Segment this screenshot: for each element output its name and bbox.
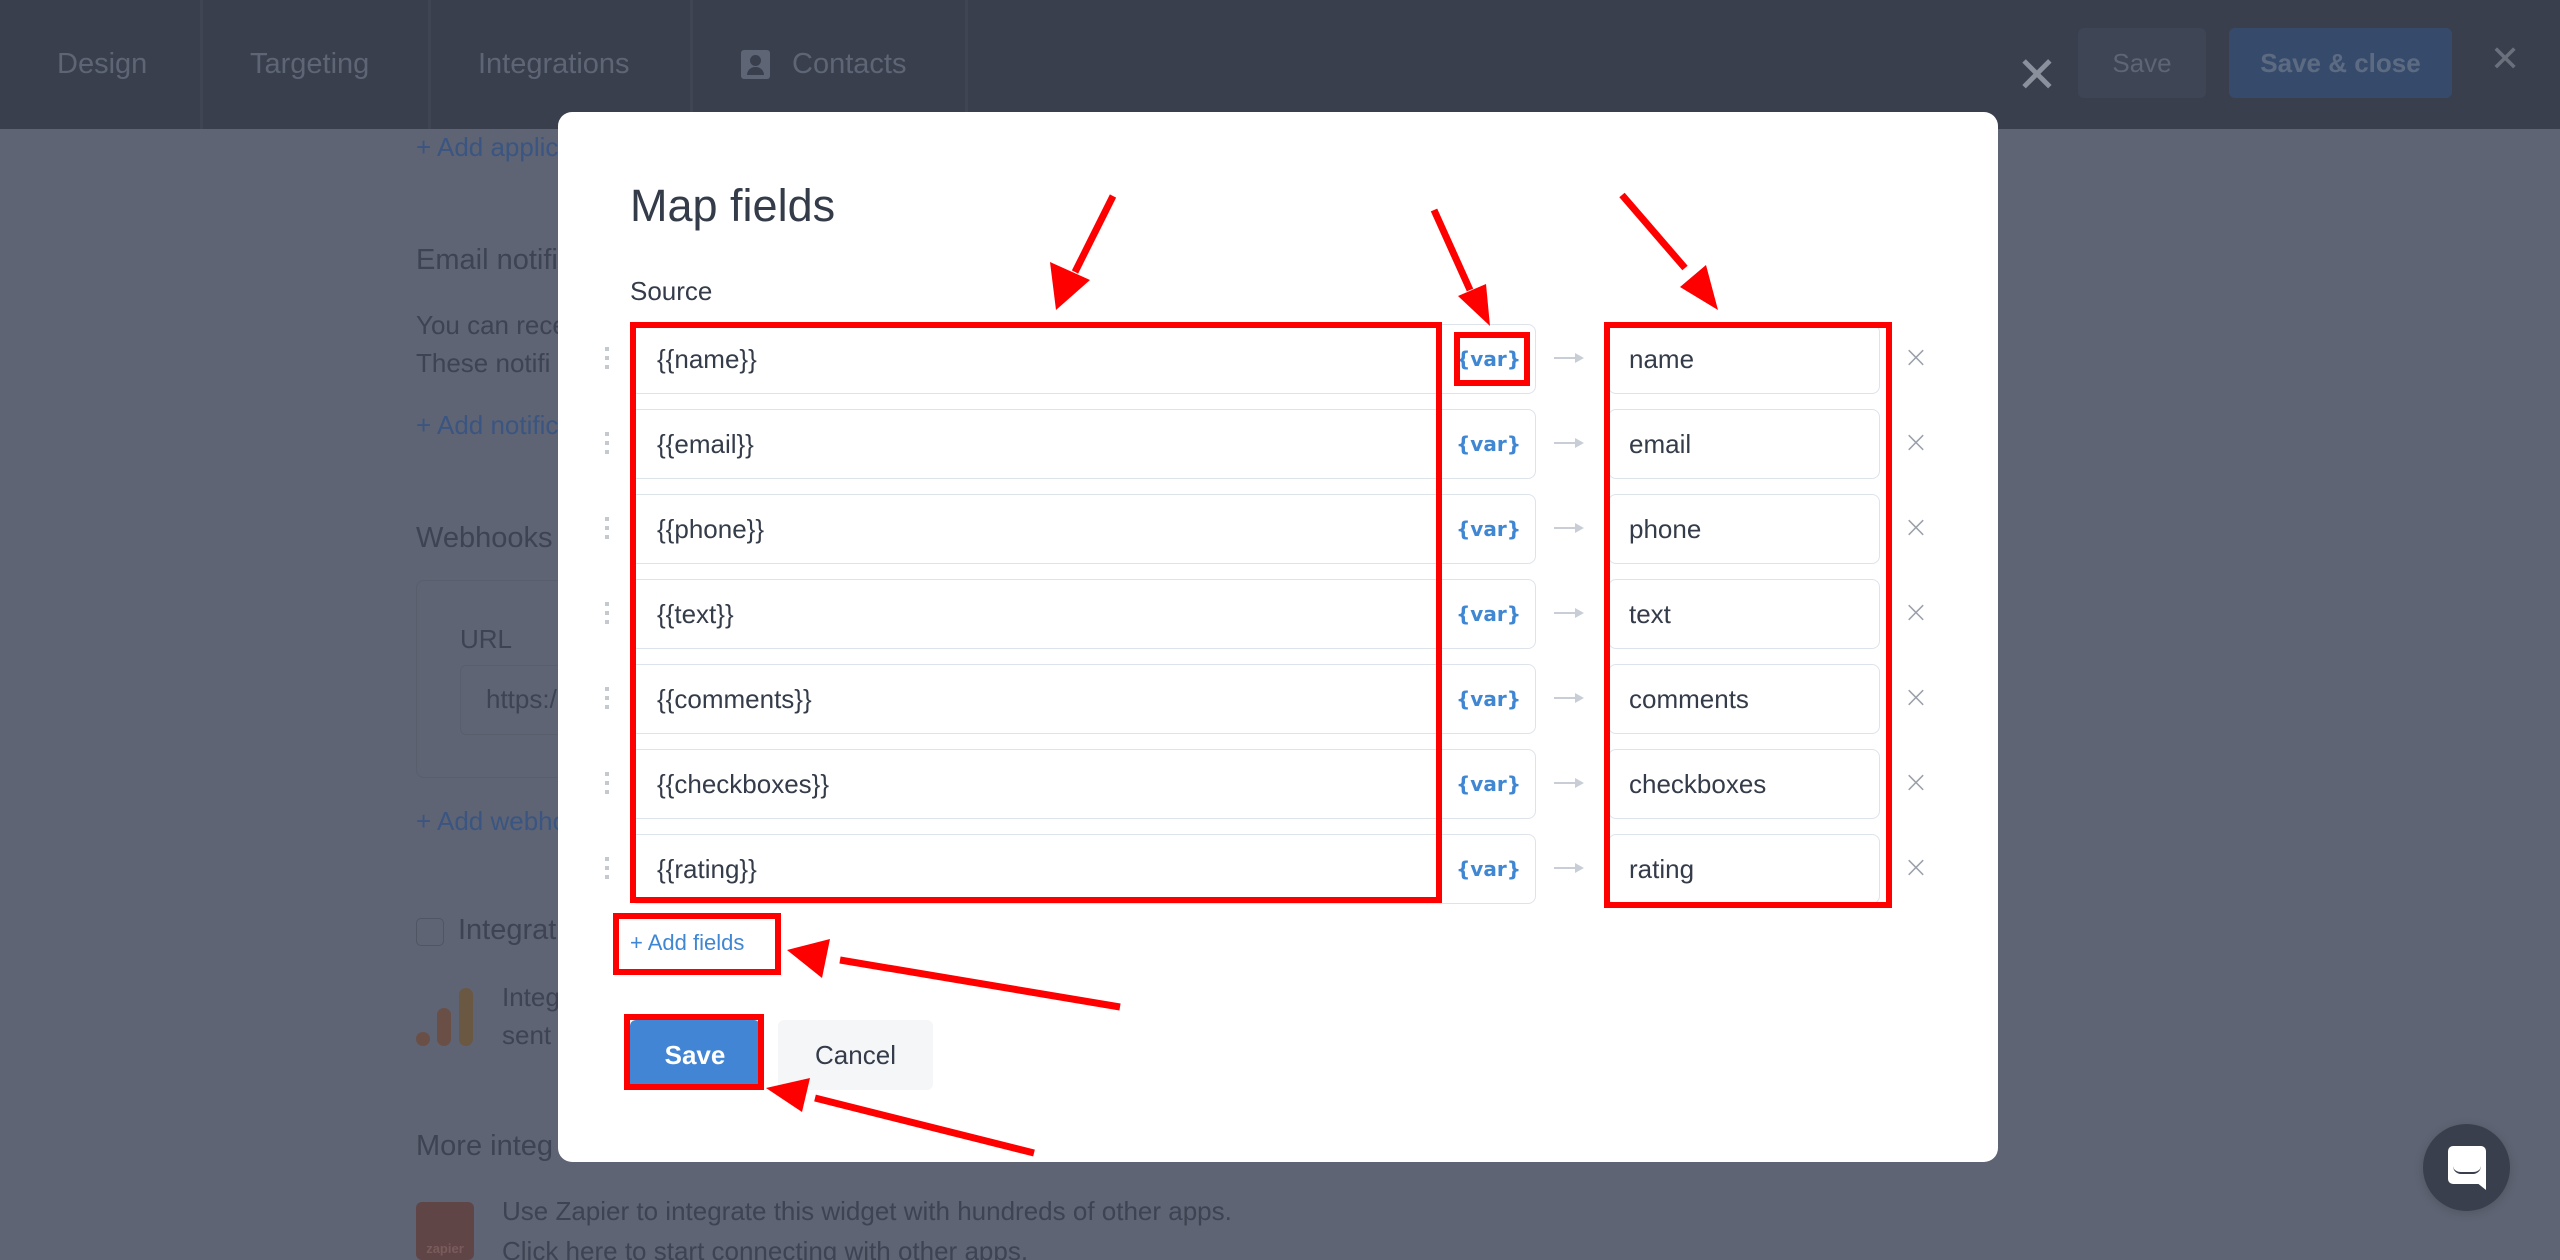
source-field-input[interactable]: {{checkboxes}} <box>630 749 1442 819</box>
target-field-input[interactable]: text <box>1608 579 1880 649</box>
top-save-button[interactable]: Save <box>2078 28 2206 98</box>
remove-row-icon[interactable]: × <box>1900 342 1932 374</box>
tab-label: Design <box>57 48 148 80</box>
target-field-input[interactable]: checkboxes <box>1608 749 1880 819</box>
integration-checkbox[interactable] <box>416 918 444 946</box>
drag-handle-icon[interactable] <box>605 772 609 794</box>
target-field-input[interactable]: email <box>1608 409 1880 479</box>
target-field-input[interactable]: name <box>1608 324 1880 394</box>
tab-divider <box>690 0 693 129</box>
url-label: URL <box>460 624 513 654</box>
tab-label: Integrations <box>478 48 630 80</box>
integration-description: Integ <box>502 982 560 1012</box>
source-field-input[interactable]: {{email}} <box>630 409 1442 479</box>
arrow-right-icon <box>1554 608 1584 618</box>
insert-variable-button[interactable]: {var} <box>1441 664 1536 734</box>
zapier-connect-link[interactable]: Click here to start connecting with othe… <box>502 1236 1028 1260</box>
arrow-right-icon <box>1554 693 1584 703</box>
more-integrations-heading: More integ <box>416 1130 554 1162</box>
webhooks-heading: Webhooks <box>416 522 553 554</box>
target-field-input[interactable]: rating <box>1608 834 1880 904</box>
drag-handle-icon[interactable] <box>605 857 609 879</box>
source-label: Source <box>630 276 713 306</box>
top-nav-bar: Design Targeting Integrations Contacts ✕… <box>0 0 2560 129</box>
add-webhook-link[interactable]: + Add webho <box>416 806 567 837</box>
insert-variable-button[interactable]: {var} <box>1441 834 1536 904</box>
remove-row-icon[interactable]: × <box>1900 852 1932 884</box>
tab-design[interactable]: Design <box>57 0 147 129</box>
add-fields-link[interactable]: + Add fields <box>630 930 744 956</box>
contact-icon <box>741 50 770 79</box>
drag-handle-icon[interactable] <box>605 687 609 709</box>
arrow-right-icon <box>1554 523 1584 533</box>
drag-handle-icon[interactable] <box>605 602 609 624</box>
save-and-close-button[interactable]: Save & close <box>2229 28 2452 98</box>
add-application-link[interactable]: + Add applic <box>416 132 558 163</box>
field-mapping-row: {{text}} {var} text × <box>558 579 1998 649</box>
field-mapping-row: {{rating}} {var} rating × <box>558 834 1998 904</box>
cancel-button[interactable]: Cancel <box>778 1020 933 1090</box>
tab-divider <box>428 0 431 129</box>
chat-launcher-button[interactable] <box>2423 1124 2510 1211</box>
map-fields-dialog: Map fields Source {{name}} {var} name × {{em… <box>558 112 1998 1162</box>
source-field-input[interactable]: {{rating}} <box>630 834 1442 904</box>
chat-icon <box>2447 1145 2486 1190</box>
tab-contacts[interactable]: Contacts <box>741 0 906 129</box>
source-field-input[interactable]: {{comments}} <box>630 664 1442 734</box>
tab-integrations[interactable]: Integrations <box>478 0 630 129</box>
remove-row-icon[interactable]: × <box>1900 597 1932 629</box>
dialog-title: Map fields <box>630 180 836 231</box>
webhook-url-value: https:/ <box>486 684 557 714</box>
add-notification-link[interactable]: + Add notific <box>416 410 558 441</box>
drag-handle-icon[interactable] <box>605 432 609 454</box>
close-icon[interactable]: ✕ <box>2016 50 2058 100</box>
insert-variable-button[interactable]: {var} <box>1441 749 1536 819</box>
field-mapping-row: {{phone}} {var} phone × <box>558 494 1998 564</box>
remove-row-icon[interactable]: × <box>1900 767 1932 799</box>
email-description: You can rece <box>416 310 567 340</box>
insert-variable-button[interactable]: {var} <box>1441 409 1536 479</box>
remove-row-icon[interactable]: × <box>1900 427 1932 459</box>
email-notifications-heading: Email notifi <box>416 244 558 276</box>
source-field-input[interactable]: {{phone}} <box>630 494 1442 564</box>
insert-variable-button[interactable]: {var} <box>1441 494 1536 564</box>
source-field-input[interactable]: {{text}} <box>630 579 1442 649</box>
source-field-input[interactable]: {{name}} <box>630 324 1442 394</box>
field-mapping-row: {{email}} {var} email × <box>558 409 1998 479</box>
field-mapping-row: {{checkboxes}} {var} checkboxes × <box>558 749 1998 819</box>
target-field-input[interactable]: comments <box>1608 664 1880 734</box>
field-mapping-row: {{name}} {var} name × <box>558 324 1998 394</box>
drag-handle-icon[interactable] <box>605 517 609 539</box>
arrow-right-icon <box>1554 778 1584 788</box>
save-button[interactable]: Save <box>630 1020 760 1090</box>
tab-divider <box>965 0 968 129</box>
drag-handle-icon[interactable] <box>605 347 609 369</box>
remove-row-icon[interactable]: × <box>1900 512 1932 544</box>
insert-variable-button[interactable]: {var} <box>1441 324 1536 394</box>
field-mapping-row: {{comments}} {var} comments × <box>558 664 1998 734</box>
analytics-icon <box>416 986 476 1046</box>
remove-row-icon[interactable]: × <box>1900 682 1932 714</box>
close-editor-icon[interactable]: ✕ <box>2490 42 2520 78</box>
arrow-right-icon <box>1554 438 1584 448</box>
arrow-right-icon <box>1554 353 1584 363</box>
integration-checkbox-label: Integrat <box>458 914 557 946</box>
arrow-right-icon <box>1554 863 1584 873</box>
insert-variable-button[interactable]: {var} <box>1441 579 1536 649</box>
target-field-input[interactable]: phone <box>1608 494 1880 564</box>
tab-label: Contacts <box>792 48 907 80</box>
tab-label: Targeting <box>250 48 370 80</box>
email-description: These notifi <box>416 348 551 378</box>
tab-targeting[interactable]: Targeting <box>250 0 369 129</box>
integration-description: sent <box>502 1020 552 1050</box>
zapier-logo: zapier <box>416 1202 474 1260</box>
tab-divider <box>200 0 203 129</box>
zapier-description: Use Zapier to integrate this widget with… <box>502 1196 1232 1226</box>
